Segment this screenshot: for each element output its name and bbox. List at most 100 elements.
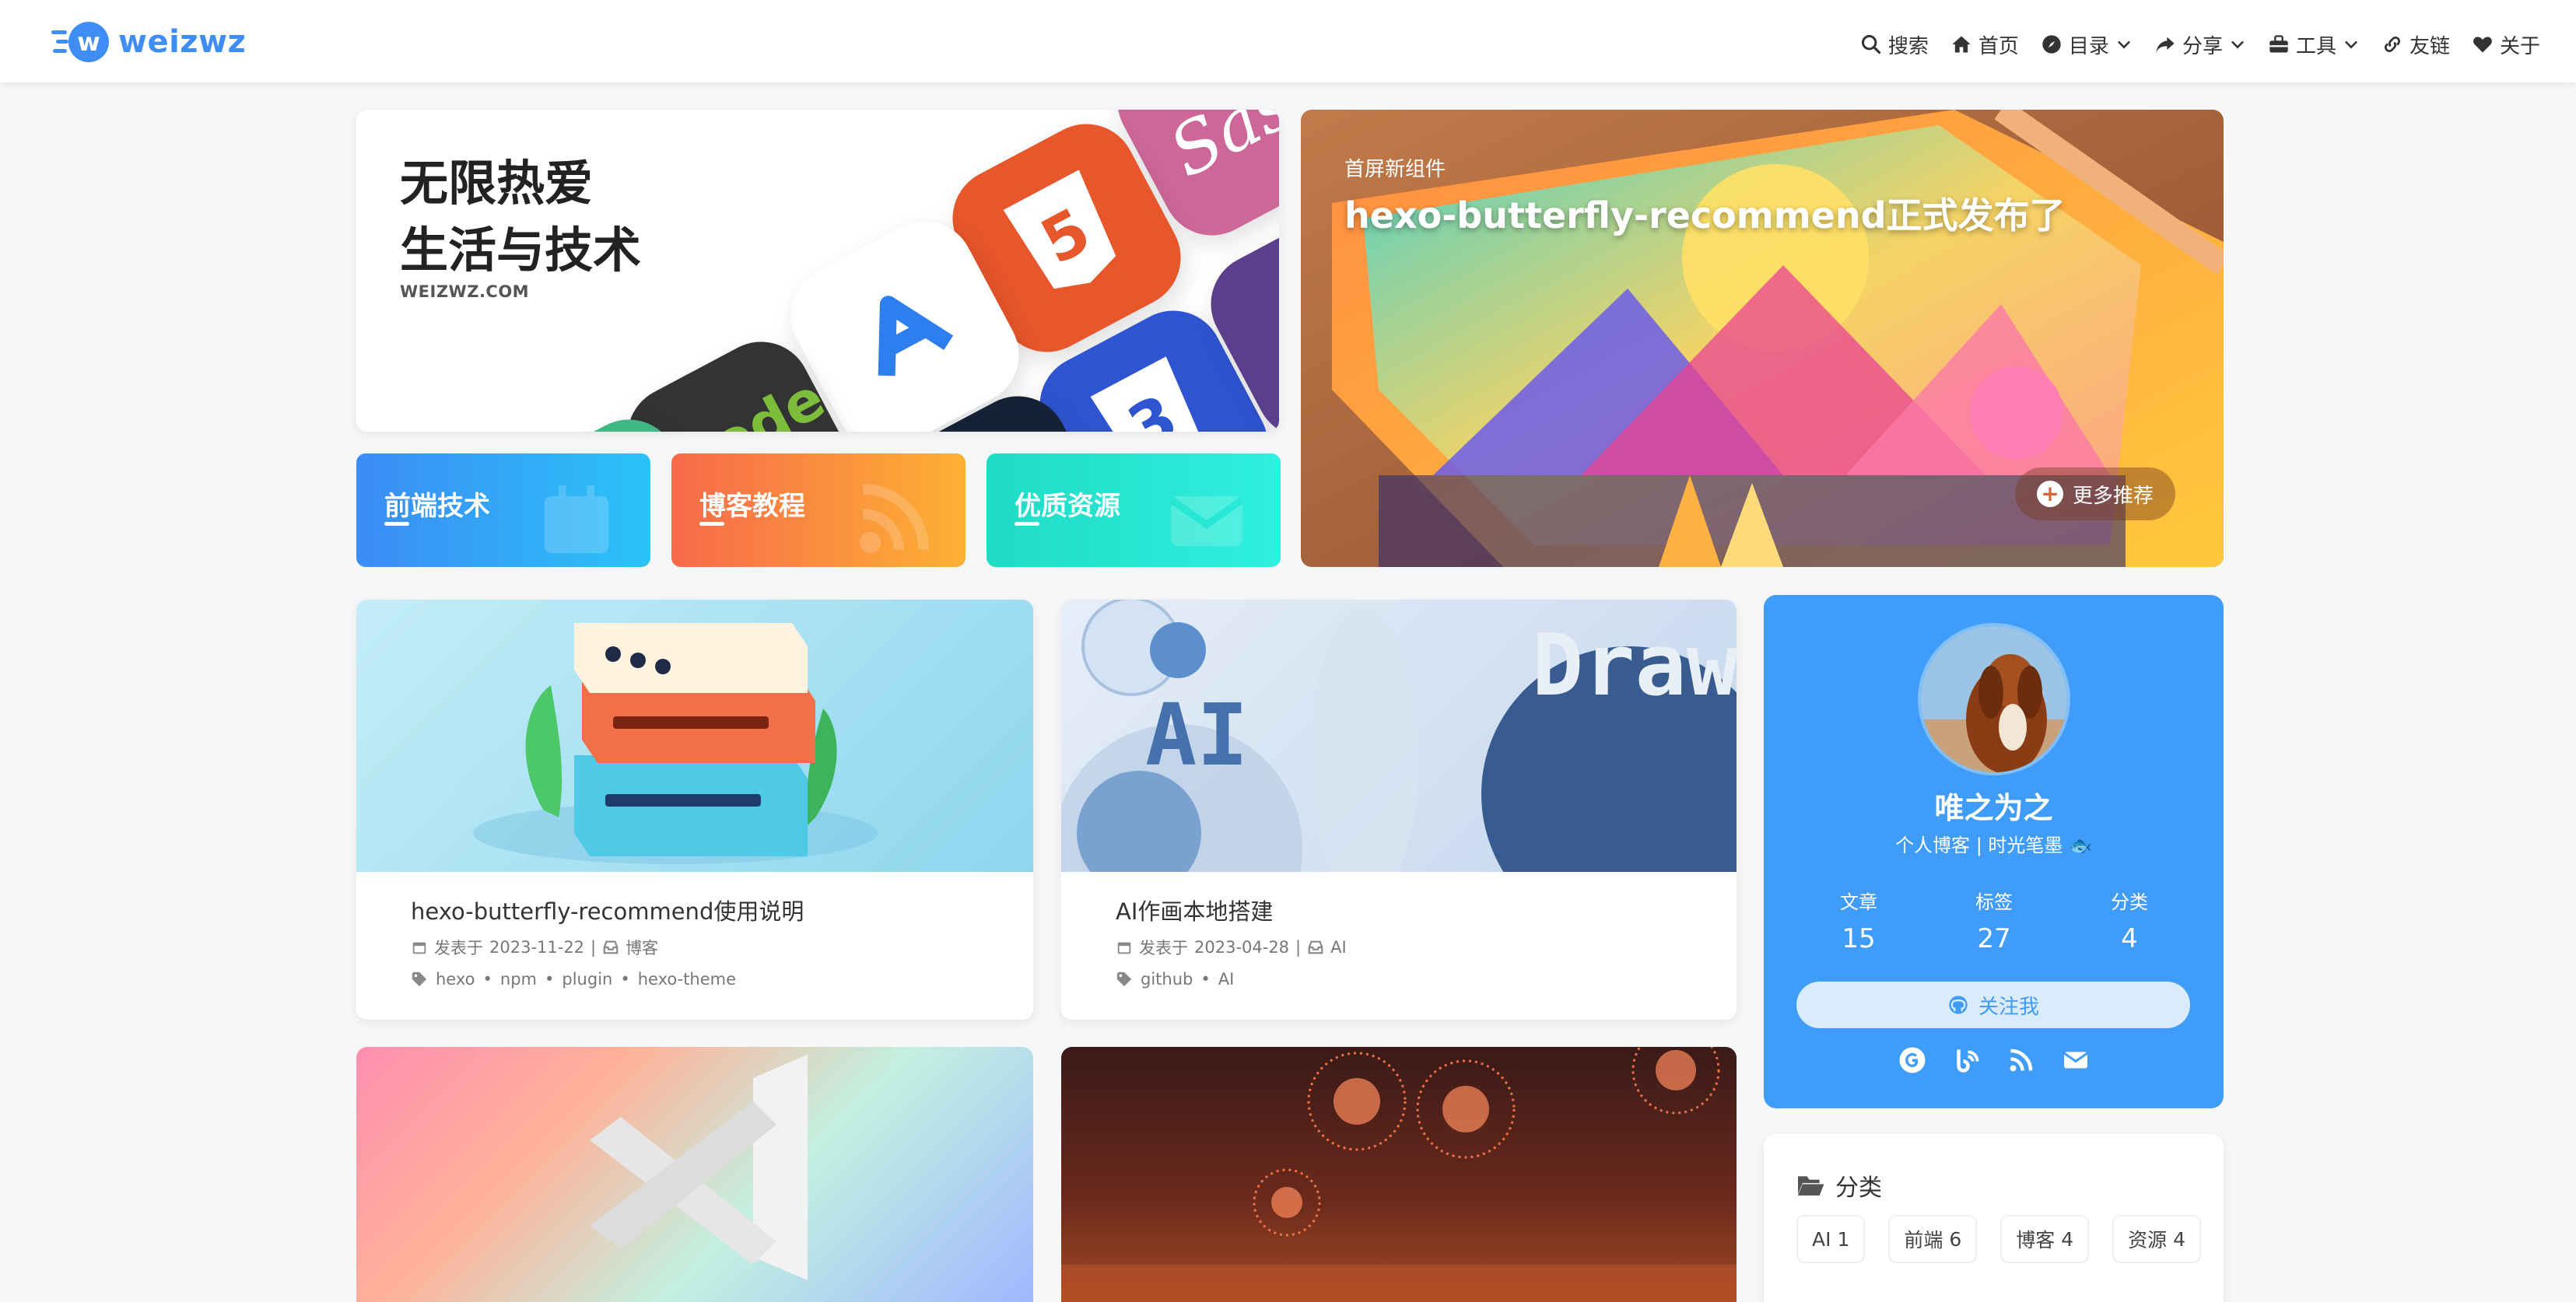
menu-links-label: 友链 [2409,34,2450,58]
broadcast-icon [859,483,930,554]
post-title[interactable]: hexo-butterfly-recommend使用说明 [411,894,804,926]
calendar-icon [1117,942,1131,954]
stat-categories[interactable]: 分类 4 [2083,887,2176,954]
menu-about[interactable]: 关于 [2472,30,2540,59]
category-frontend-button[interactable]: 前端技术 [356,453,650,567]
chevron-down-icon [2231,40,2244,49]
stat-label: 分类 [2111,891,2148,913]
post-category[interactable]: 博客 [626,936,658,959]
menu-catalog[interactable]: 目录 [2041,30,2133,59]
google-icon[interactable] [1898,1046,1926,1074]
menu-search-label: 搜索 [1887,34,1929,58]
menu-search[interactable]: 搜索 [1860,30,1929,59]
post-tag[interactable]: npm [500,970,537,989]
more-recommend-button[interactable]: + 更多推荐 [2015,467,2175,520]
post-card[interactable] [356,1047,1033,1302]
post-tag[interactable]: hexo [436,970,475,989]
chip-count: 1 [1837,1227,1850,1251]
category-resources-label: 优质资源 [1015,491,1120,522]
chip-count: 4 [2061,1227,2074,1251]
menu-home[interactable]: 首页 [1950,30,2019,59]
plus-icon: + [2036,481,2063,507]
main-menu: 搜索 首页 目录 分享 工具 友链 关于 [1860,23,2540,65]
post-card[interactable] [1061,1047,1737,1302]
stat-articles[interactable]: 文章 15 [1812,887,1905,954]
menu-catalog-label: 目录 [2068,34,2109,58]
featured-post-card[interactable]: 首屏新组件 hexo-butterfly-recommend正式发布了 + 更多… [1301,110,2224,567]
featured-title[interactable]: hexo-butterfly-recommend正式发布了 [1344,187,2066,239]
more-recommend-label: 更多推荐 [2072,484,2154,508]
post-tags: github • AI [1116,970,1234,989]
email-icon[interactable] [2062,1046,2090,1074]
logo-icon: w [51,19,114,65]
post-cover-image: AI Draw [1061,600,1737,872]
menu-links[interactable]: 友链 [2381,30,2450,59]
menu-tools[interactable]: 工具 [2268,30,2360,59]
tag-icon [412,971,427,987]
label-underline [384,522,409,526]
site-logo[interactable]: w weizwz [51,19,246,65]
share-icon [2156,37,2175,53]
chip-name: 博客 [2016,1229,2056,1251]
category-chips: AI 1 前端 6 博客 4 资源 4 [1796,1215,2201,1263]
stat-tags[interactable]: 标签 27 [1947,887,2041,954]
link-icon [2384,36,2400,53]
category-chip[interactable]: AI 1 [1796,1215,1866,1263]
post-meta: 发表于 2023-04-28 | AI [1116,936,1347,959]
post-cover-image [356,600,1033,872]
search-icon [1861,34,1881,54]
envelope-icon [1169,495,1245,547]
post-cover-image [1061,1047,1737,1302]
chip-count: 4 [2173,1227,2185,1251]
github-icon [1949,996,1968,1014]
stat-value: 15 [1842,923,1876,954]
hero-banner[interactable]: 无限热爱 生活与技术 WEIZWZ.COM Sass 5 3 node [356,110,1279,432]
inbox-icon [1308,940,1323,954]
follow-label: 关注我 [1978,995,2039,1019]
logo-text: weizwz [118,24,247,60]
hero-title-line2: 生活与技术 [400,222,642,278]
category-blog-button[interactable]: 博客教程 [671,453,966,567]
chip-name: 资源 [2128,1229,2168,1251]
category-blog-label: 博客教程 [699,491,805,522]
avatar[interactable] [1918,623,2070,775]
stat-value: 4 [2121,923,2138,954]
post-date-prefix: 发表于 [434,939,483,957]
category-chip[interactable]: 博客 4 [2000,1215,2090,1263]
menu-home-label: 首页 [1978,34,2019,58]
heart-icon [2473,37,2492,53]
post-category[interactable]: AI [1330,938,1347,957]
post-date: 2023-11-22 [489,938,585,957]
category-chip[interactable]: 前端 6 [1888,1215,1978,1263]
chip-name: 前端 [1904,1229,1943,1251]
category-resources-button[interactable]: 优质资源 [987,453,1281,567]
post-tag[interactable]: plugin [562,970,612,989]
category-chip[interactable]: 资源 4 [2112,1215,2201,1263]
tag-dot: • [620,970,630,989]
tag-dot: • [482,970,492,989]
hero-title-line1: 无限热爱 [400,155,594,212]
stat-value: 27 [1977,923,2011,954]
menu-tools-label: 工具 [2295,34,2336,58]
category-widget-label: 分类 [1835,1174,1882,1202]
post-tag[interactable]: github [1141,970,1193,989]
compass-icon [2042,35,2061,54]
post-title[interactable]: AI作画本地搭建 [1116,894,1273,926]
profile-name: 唯之为之 [1934,791,2053,825]
menu-share-label: 分享 [2182,34,2223,58]
rss-icon[interactable] [2007,1046,2035,1074]
post-card[interactable]: AI Draw AI作画本地搭建 发表于 2023-04-28 | AI git… [1061,600,1737,1020]
post-card[interactable]: hexo-butterfly-recommend使用说明 发表于 2023-11… [356,600,1033,1020]
chevron-down-icon [2345,40,2357,49]
toolbox-icon [2269,35,2288,53]
blog-icon[interactable] [1953,1046,1981,1074]
menu-share[interactable]: 分享 [2154,30,2246,59]
chevron-down-icon [2118,40,2130,49]
label-underline [699,522,724,526]
post-tag[interactable]: AI [1218,970,1235,989]
post-tag[interactable]: hexo-theme [638,970,736,989]
tag-icon [1116,971,1132,987]
stat-label: 文章 [1840,891,1877,913]
follow-button[interactable]: 关注我 [1796,982,2190,1028]
folder-open-icon [1798,1176,1824,1196]
